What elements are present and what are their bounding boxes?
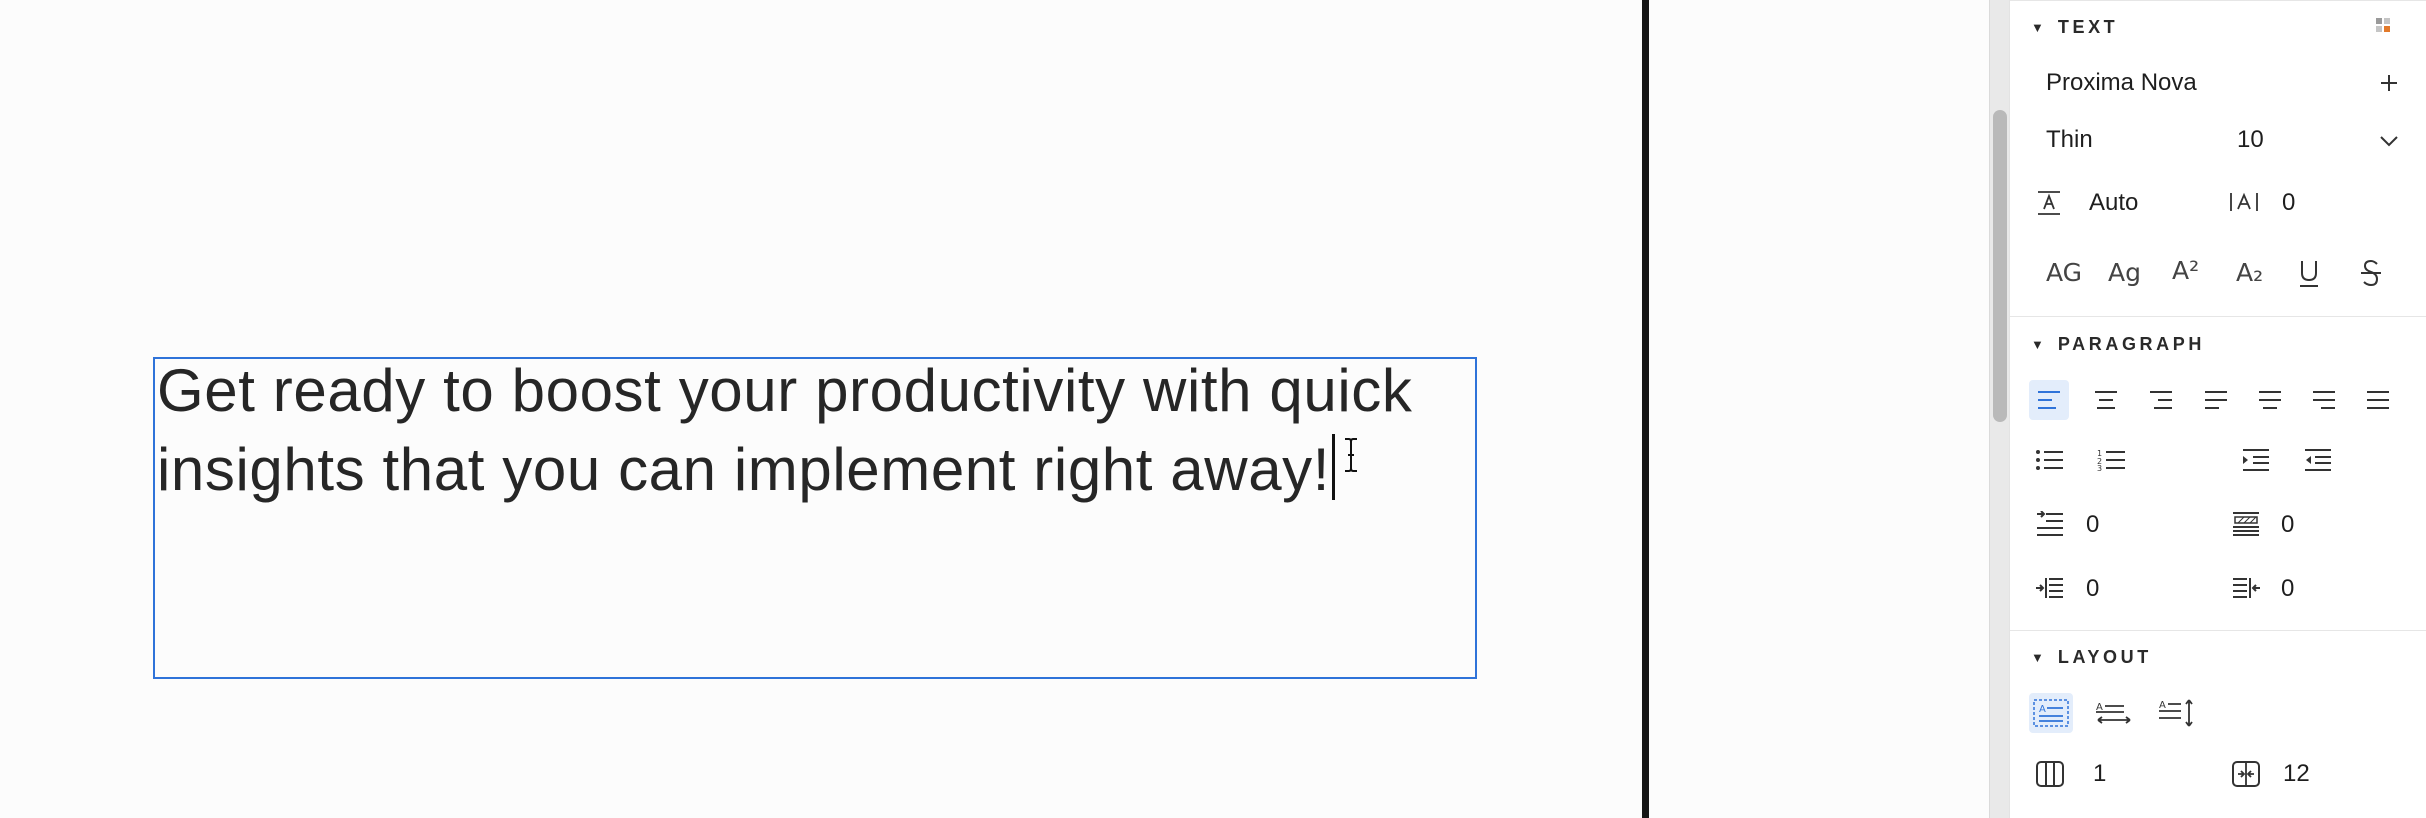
column-gap-value[interactable]: 12 xyxy=(2283,760,2310,788)
svg-text:A: A xyxy=(2039,704,2046,715)
text-content[interactable]: Get ready to boost your productivity wit… xyxy=(157,351,1487,509)
panel-grid-icon[interactable] xyxy=(2372,14,2394,36)
design-canvas[interactable]: Get ready to boost your productivity wit… xyxy=(0,0,1642,818)
font-weight-value[interactable]: Thin xyxy=(2046,126,2093,154)
right-indent-icon[interactable] xyxy=(2228,572,2264,604)
text-caret xyxy=(1332,434,1336,500)
justify-right-icon[interactable] xyxy=(2304,380,2344,420)
left-indent-value[interactable]: 0 xyxy=(2086,575,2099,603)
text-section-header[interactable]: ▼ TEXT xyxy=(2031,17,2118,38)
paragraph-section-header[interactable]: ▼ PARAGRAPH xyxy=(2031,334,2205,355)
uppercase-icon[interactable]: AG xyxy=(2046,258,2082,287)
chevron-down-icon[interactable] xyxy=(2374,126,2404,156)
left-indent-icon[interactable] xyxy=(2032,572,2068,604)
layout-auto-height-icon[interactable]: A xyxy=(2155,693,2199,733)
panel-scrollbar-thumb[interactable] xyxy=(1993,110,2007,422)
collapse-triangle-icon: ▼ xyxy=(2031,650,2044,665)
numbered-list-icon[interactable]: 123 xyxy=(2094,442,2130,478)
column-gap-icon[interactable] xyxy=(2228,756,2264,792)
justify-center-icon[interactable] xyxy=(2250,380,2290,420)
first-line-indent-value[interactable]: 0 xyxy=(2086,511,2099,539)
decrease-indent-icon[interactable] xyxy=(2300,442,2336,478)
strikethrough-icon[interactable] xyxy=(2356,256,2386,290)
canvas-panel-divider xyxy=(1642,0,1649,818)
font-size-value[interactable]: 10 xyxy=(2237,126,2264,154)
align-left-icon[interactable] xyxy=(2029,380,2069,420)
justify-left-icon[interactable] xyxy=(2196,380,2236,420)
increase-indent-icon[interactable] xyxy=(2238,442,2274,478)
selected-text-box[interactable]: Get ready to boost your productivity wit… xyxy=(153,357,1477,679)
line-height-value[interactable]: Auto xyxy=(2089,189,2138,217)
text-line-1: Get ready to boost your productivity wit… xyxy=(157,357,1413,424)
letter-spacing-value[interactable]: 0 xyxy=(2282,189,2295,217)
right-indent-value[interactable]: 0 xyxy=(2281,575,2294,603)
collapse-triangle-icon: ▼ xyxy=(2031,20,2044,35)
superscript-icon[interactable]: A² xyxy=(2172,256,2199,285)
align-right-icon[interactable] xyxy=(2141,380,2181,420)
section-divider xyxy=(2010,316,2426,317)
plus-icon[interactable] xyxy=(2374,68,2404,98)
ibeam-cursor-icon xyxy=(1345,438,1357,472)
title-case-icon[interactable]: Ag xyxy=(2108,258,2141,287)
paragraph-spacing-value[interactable]: 0 xyxy=(2281,511,2294,539)
align-center-icon[interactable] xyxy=(2086,380,2126,420)
section-divider xyxy=(2010,0,2426,1)
properties-panel: ▼ TEXT Proxima Nova Thin 10 Auto 0 AG Ag… xyxy=(2009,0,2426,818)
columns-icon[interactable] xyxy=(2032,756,2068,792)
paragraph-section-title: PARAGRAPH xyxy=(2057,334,2205,354)
first-line-indent-icon[interactable] xyxy=(2032,508,2068,540)
line-height-icon[interactable] xyxy=(2034,188,2064,218)
layout-auto-width-icon[interactable]: A xyxy=(2092,693,2136,733)
collapse-triangle-icon: ▼ xyxy=(2031,337,2044,352)
paragraph-spacing-icon[interactable] xyxy=(2228,508,2264,540)
font-family-value[interactable]: Proxima Nova xyxy=(2046,69,2197,97)
section-divider xyxy=(2010,630,2426,631)
subscript-icon[interactable]: A₂ xyxy=(2236,258,2263,287)
text-line-2: insights that you can implement right aw… xyxy=(157,436,1331,503)
underline-icon[interactable] xyxy=(2294,256,2324,290)
layout-section-title: LAYOUT xyxy=(2057,647,2152,667)
layout-fixed-icon[interactable]: A xyxy=(2029,693,2073,733)
svg-text:A: A xyxy=(2159,700,2166,711)
svg-text:3: 3 xyxy=(2097,464,2102,471)
text-section-title: TEXT xyxy=(2057,17,2119,37)
letter-spacing-icon[interactable] xyxy=(2228,188,2260,216)
panel-gutter xyxy=(1649,0,1989,818)
bulleted-list-icon[interactable] xyxy=(2032,442,2068,478)
columns-value[interactable]: 1 xyxy=(2093,760,2106,788)
justify-all-icon[interactable] xyxy=(2358,380,2398,420)
layout-section-header[interactable]: ▼ LAYOUT xyxy=(2031,647,2152,668)
